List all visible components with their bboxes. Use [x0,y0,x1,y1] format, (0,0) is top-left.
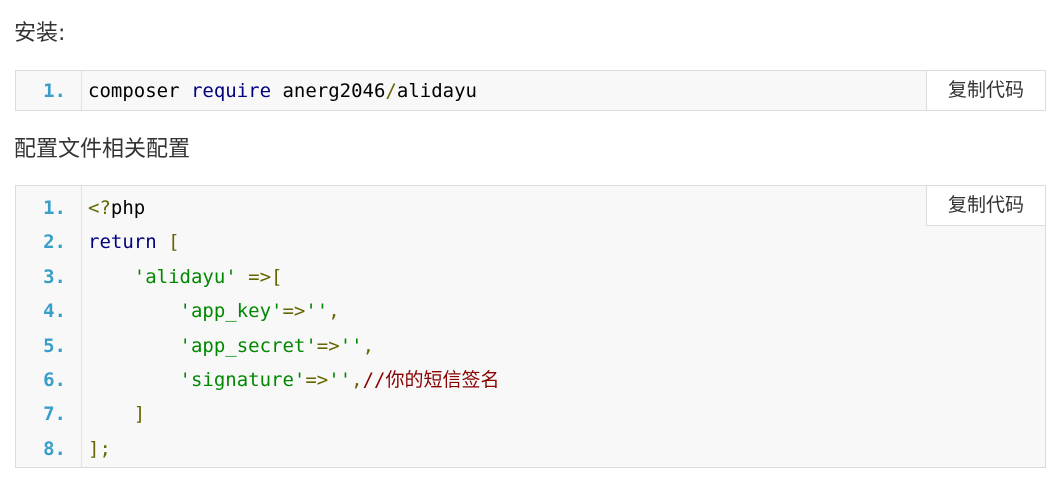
line-number: 7. [43,403,66,426]
code-token-punct: ]; [88,437,111,460]
copy-code-button[interactable]: 复制代码 [926,185,1046,226]
code-token-punct: , [351,369,363,391]
code-token-punct: => [305,369,329,391]
install-code-block: 1. composer require anerg2046/alidayu 复制代… [15,70,1046,111]
code-text: 'app_secret'=>'', [88,329,375,363]
code-text: ] [88,397,145,431]
code-token-str: 'app_key' [179,300,283,323]
code-token-com: //你的短信签名 [362,369,500,391]
code-text: 'app_key'=>'', [88,294,340,328]
code-token-str: 'alidayu' [133,265,237,288]
code-token-str: 'app_secret' [179,334,317,357]
code-token-punct: =>[ [248,265,283,288]
line-number: 4. [43,300,66,323]
install-heading: 安装: [14,21,66,46]
code-token-punct: , [362,334,375,357]
code-token-punct: ] [133,403,146,426]
code-token-punct: / [385,80,397,102]
line-number: 2. [43,231,66,254]
line-number: 3. [43,265,66,288]
code-token-plain: anerg2046 [271,80,386,102]
code-text: 'alidayu' =>[ [88,260,283,294]
code-token-kw: return [88,231,157,254]
code-token-punct: => [316,334,340,357]
code-token-str: 'signature' [179,369,306,391]
code-token-punct: => [282,300,306,323]
code-token-plain: alidayu [396,80,477,102]
line-number: 6. [43,369,66,391]
code-token-kw: require [190,80,272,102]
line-number: 1. [43,197,66,219]
code-text: <?php [88,191,145,225]
code-text: return [ [88,225,180,259]
code-text: 'signature'=>'',//你的短信签名 [88,363,500,397]
code-token-plain: composer [88,80,191,102]
code-text: composer require anerg2046/alidayu [88,74,477,108]
code-token-str: '' [328,369,352,391]
line-number: 5. [43,334,66,357]
code-token-punct: , [328,300,340,323]
config-heading: 配置文件相关配置 [14,137,191,162]
code-token-punct: [ [168,231,180,254]
config-code-block: 1. <?php 2. return [3. 'alidayu' =>[4. 'app… [15,185,1046,468]
line-number: 8. [43,437,66,460]
code-token-punct: <? [88,197,111,219]
code-token-str: '' [339,334,363,357]
code-text: ]; [88,432,111,466]
copy-code-button[interactable]: 复制代码 [926,70,1046,111]
line-number: 1. [43,80,66,102]
code-token-str: '' [305,300,329,323]
code-token-plain: php [110,197,146,219]
